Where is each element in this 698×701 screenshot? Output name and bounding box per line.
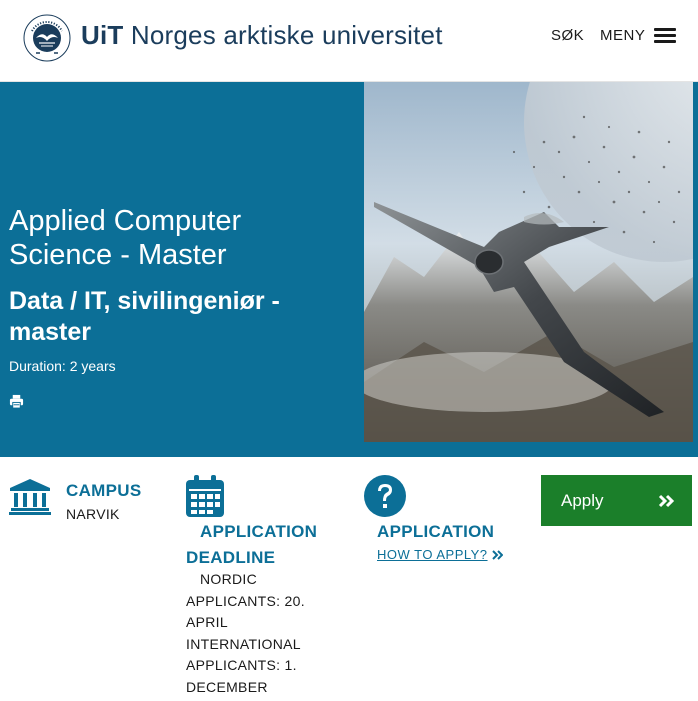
question-circle-icon [364,475,406,517]
deadline-international: INTERNATIONAL APPLICANTS: 1. DECEMBER [186,635,301,695]
institution-icon [9,479,51,515]
uit-seal-logo[interactable] [22,13,72,63]
deadline-heading: APPLICATION DEADLINE [186,522,318,567]
how-to-apply-link[interactable]: HOW TO APPLY? [377,547,503,562]
application-heading: APPLICATION [377,522,495,541]
calendar-icon [186,475,224,517]
how-to-apply-label: HOW TO APPLY? [377,547,488,562]
hero-image-jet-fighter [364,82,693,442]
print-icon[interactable] [9,394,24,409]
apply-label: Apply [561,490,604,510]
menu-button[interactable]: MENY [600,27,677,44]
program-title: Applied Computer Science - Master [9,205,242,271]
program-hero: Applied Computer Science - Master Data /… [0,82,698,457]
program-duration: Duration: 2 years [9,358,116,374]
deadline-nordic: NORDIC APPLICANTS: 20. APRIL [186,571,305,630]
hamburger-icon [654,28,677,43]
apply-button[interactable]: Apply [541,475,692,526]
brand-abbrev: UiT [81,20,124,50]
site-brand[interactable]: UiT Norges arktiske universitet [81,20,443,51]
menu-label: MENY [600,27,646,44]
brand-name: Norges arktiske universitet [123,20,443,50]
campus-value: NARVIK [66,506,120,522]
program-subtitle: Data / IT, sivilingeniør - master [9,287,280,346]
double-chevron-right-icon [491,549,503,560]
double-chevron-right-icon [658,494,675,507]
campus-heading: CAMPUS [66,481,142,500]
search-link[interactable]: SØK [551,27,584,44]
site-header: UiT Norges arktiske universitet SØK MENY [0,0,698,82]
